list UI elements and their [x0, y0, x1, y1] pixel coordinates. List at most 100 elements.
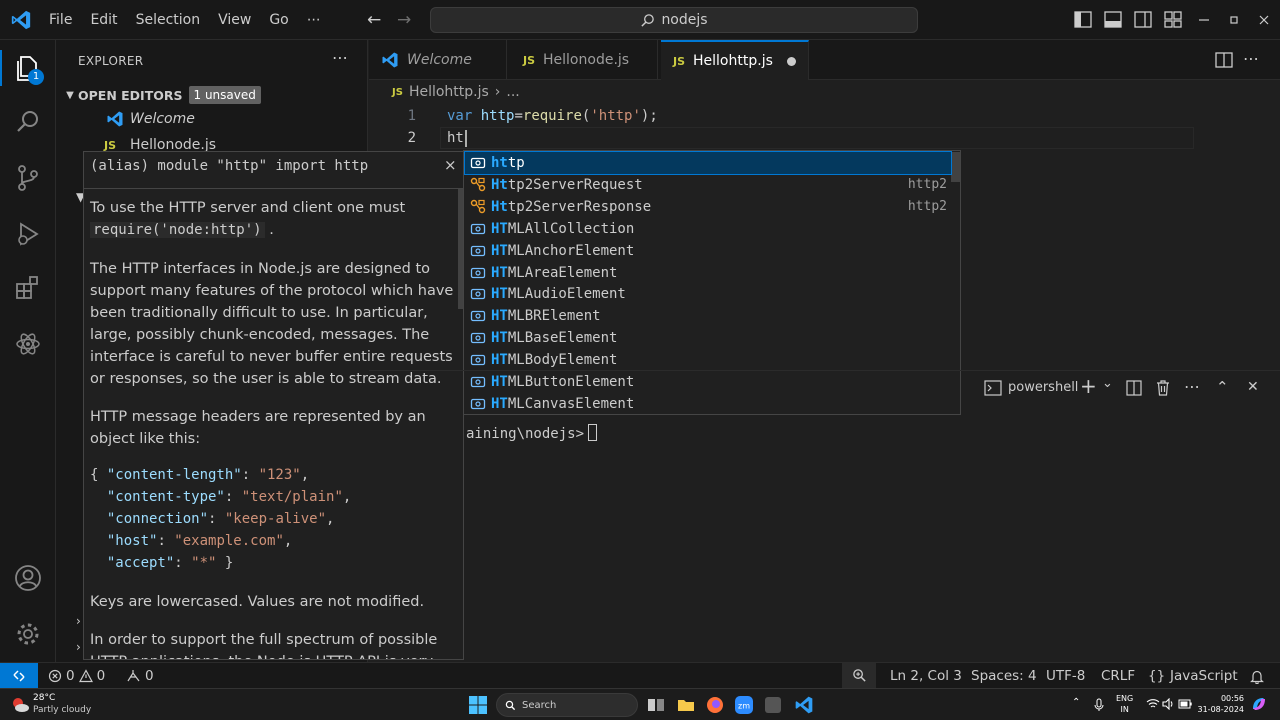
- hover-scrollbar[interactable]: [458, 189, 463, 309]
- language-braces-icon[interactable]: {}: [1148, 668, 1165, 684]
- close-window-icon[interactable]: [1256, 12, 1272, 28]
- suggestion-item[interactable]: HTMLAnchorElement: [465, 240, 951, 262]
- terminal-dropdown-icon[interactable]: ⌄: [1102, 376, 1113, 391]
- zoom-button[interactable]: [842, 663, 876, 689]
- search-icon: [17, 111, 38, 132]
- breadcrumb-symbol[interactable]: ...: [506, 84, 519, 100]
- code-line-1[interactable]: var http=require('http');: [447, 108, 658, 124]
- menu-more-icon[interactable]: ⋯: [298, 12, 330, 28]
- toggle-primary-sidebar-icon[interactable]: [1074, 11, 1092, 28]
- ports-indicator[interactable]: 0: [126, 668, 154, 684]
- open-editor-welcome[interactable]: Welcome: [104, 108, 195, 130]
- unsaved-dot-icon[interactable]: [786, 56, 796, 66]
- source-control-view-button[interactable]: [12, 162, 44, 194]
- extensions-view-button[interactable]: [12, 272, 44, 304]
- terminal-shell-tab[interactable]: powershell: [1008, 380, 1078, 395]
- system-clock[interactable]: 00:56 31-08-2024: [1192, 693, 1245, 715]
- copilot-icon[interactable]: [1250, 695, 1268, 713]
- split-terminal-icon[interactable]: [1126, 380, 1142, 396]
- react-view-button[interactable]: [12, 328, 44, 360]
- microphone-icon[interactable]: [1094, 698, 1104, 712]
- suggestion-item[interactable]: HTMLButtonElement: [465, 371, 951, 393]
- menu-edit[interactable]: Edit: [81, 12, 126, 28]
- file-explorer-icon[interactable]: [676, 695, 696, 715]
- search-view-button[interactable]: [12, 106, 44, 138]
- menu-view[interactable]: View: [209, 12, 260, 28]
- toggle-panel-icon[interactable]: [1104, 11, 1122, 28]
- suggestion-item[interactable]: HTMLBaseElement: [465, 327, 951, 349]
- suggestion-match: Ht: [491, 176, 508, 193]
- code-line-2[interactable]: ht: [447, 130, 464, 146]
- firefox-icon[interactable]: [705, 695, 725, 715]
- terminal-prompt[interactable]: aining\nodejs>: [466, 424, 598, 442]
- suggestion-item[interactable]: HTMLAudioElement: [465, 283, 951, 305]
- split-editor-icon[interactable]: [1215, 51, 1233, 69]
- minimize-icon[interactable]: [1196, 12, 1212, 28]
- suggestion-item[interactable]: HTMLAreaElement: [465, 262, 951, 284]
- tray-chevron-icon[interactable]: ⌃: [1072, 697, 1080, 708]
- vscode-taskbar-icon[interactable]: [794, 695, 814, 715]
- forward-arrow-icon[interactable]: →: [397, 10, 411, 30]
- suggestion-label: HTMLCanvasElement: [491, 395, 635, 412]
- notifications-bell-icon[interactable]: [1250, 669, 1264, 684]
- accounts-button[interactable]: [12, 562, 44, 594]
- command-center-search[interactable]: nodejs: [430, 7, 918, 33]
- editor-more-icon[interactable]: ⋯: [1243, 49, 1259, 68]
- battery-icon[interactable]: [1178, 699, 1192, 709]
- toggle-secondary-sidebar-icon[interactable]: [1134, 11, 1152, 28]
- suggestion-item[interactable]: Http2ServerRequest http2: [465, 174, 951, 196]
- open-editor-label: Welcome: [130, 111, 195, 127]
- open-editors-section[interactable]: ▼ OPEN EDITORS 1 unsaved: [62, 84, 362, 106]
- zoom-app-icon[interactable]: zm: [734, 695, 754, 715]
- manage-button[interactable]: [12, 618, 44, 650]
- suggestion-item[interactable]: HTMLAllCollection: [465, 218, 951, 240]
- end-of-line[interactable]: CRLF: [1101, 668, 1135, 684]
- suggestion-item[interactable]: HTMLBRElement: [465, 305, 951, 327]
- close-icon[interactable]: ×: [444, 156, 457, 174]
- cursor-position[interactable]: Ln 2, Col 3: [890, 668, 962, 684]
- app-icon[interactable]: [763, 695, 783, 715]
- back-arrow-icon[interactable]: ←: [367, 10, 381, 30]
- maximize-panel-icon[interactable]: ⌃: [1216, 378, 1229, 396]
- windows-start-icon[interactable]: [468, 695, 488, 715]
- remote-indicator-button[interactable]: [0, 663, 38, 689]
- suggestion-item[interactable]: HTMLCanvasElement: [465, 393, 951, 414]
- variable-symbol-icon: [470, 311, 486, 322]
- task-view-icon[interactable]: [646, 695, 666, 715]
- menu-file[interactable]: File: [40, 12, 81, 28]
- wifi-icon[interactable]: [1146, 698, 1160, 710]
- menu-go[interactable]: Go: [260, 12, 297, 28]
- maximize-icon[interactable]: [1226, 12, 1242, 28]
- suggestion-kind: [465, 308, 491, 324]
- close-panel-icon[interactable]: ✕: [1247, 379, 1259, 395]
- tab-hellohttp[interactable]: JS Hellohttp.js: [661, 40, 809, 80]
- suggestion-item[interactable]: HTMLBodyElement: [465, 349, 951, 371]
- suggestion-match: HT: [491, 220, 508, 237]
- volume-icon[interactable]: [1162, 698, 1176, 710]
- terminal-more-icon[interactable]: ⋯: [1184, 377, 1200, 396]
- problems-indicator[interactable]: 0 0: [48, 668, 105, 684]
- tab-hellonode[interactable]: JS Hellonode.js: [511, 40, 658, 80]
- tab-welcome[interactable]: Welcome: [369, 40, 507, 80]
- language-mode[interactable]: JavaScript: [1170, 668, 1238, 684]
- autocomplete-suggestions: http Http2ServerRequest http2 Http2ServerRe…: [463, 150, 961, 415]
- indentation[interactable]: Spaces: 4: [971, 668, 1037, 684]
- encoding[interactable]: UTF-8: [1046, 668, 1085, 684]
- suggestion-match: ht: [491, 155, 508, 171]
- active-view-indicator: [0, 50, 2, 86]
- new-terminal-icon[interactable]: +: [1080, 374, 1097, 398]
- explorer-more-icon[interactable]: ⋯: [332, 48, 348, 67]
- operator: =: [514, 108, 523, 124]
- suggestion-item[interactable]: Http2ServerResponse http2: [465, 196, 951, 218]
- taskbar-search-box[interactable]: Search: [496, 693, 638, 717]
- input-language[interactable]: ENG IN: [1116, 693, 1133, 715]
- breadcrumb-file[interactable]: Hellohttp.js: [409, 84, 489, 100]
- trash-icon[interactable]: [1155, 379, 1171, 396]
- suggestion-item[interactable]: http: [464, 151, 952, 175]
- suggest-scrollbar[interactable]: [951, 152, 960, 182]
- menu-selection[interactable]: Selection: [127, 12, 210, 28]
- section-chevron-icon: ›: [76, 640, 81, 654]
- run-debug-view-button[interactable]: [12, 218, 44, 250]
- js-file-icon: JS: [673, 54, 686, 68]
- customize-layout-icon[interactable]: [1164, 11, 1182, 28]
